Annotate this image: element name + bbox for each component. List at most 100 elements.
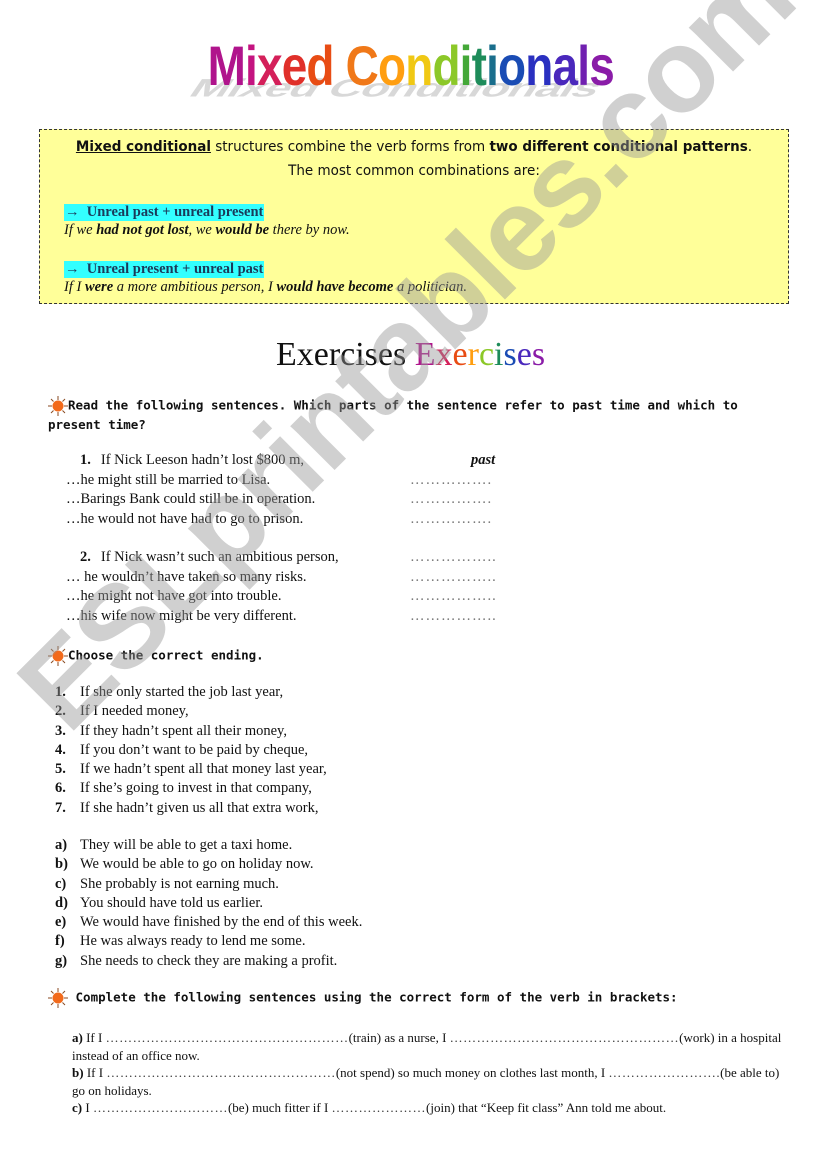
title-letter: s: [531, 336, 546, 373]
answer-field[interactable]: ……………..: [410, 607, 497, 627]
blank-field[interactable]: …………………: [332, 1100, 427, 1115]
title-letter: i: [244, 34, 258, 97]
exercise-2-instruction: Choose the correct ending.: [48, 646, 264, 666]
sentence-text: (join) that “Keep fit class” Ann told me…: [426, 1100, 667, 1115]
instruction-text: Complete the following sentences using t…: [75, 989, 678, 1005]
answer-field[interactable]: …………….: [410, 471, 492, 491]
blank-field[interactable]: ……………………………………………: [106, 1065, 336, 1080]
intro-line-1: Mixed conditional structures combine the…: [66, 139, 762, 155]
group-head: 2. If Nick wasn’t such an ambitious perso…: [66, 548, 496, 568]
list-item: d) You should have told us earlier.: [55, 894, 362, 913]
item-text: If they hadn’t spent all their money,: [80, 722, 287, 739]
title-letter: [333, 34, 345, 97]
answer-field[interactable]: ……………..: [410, 587, 497, 607]
item-text: She probably is not earning much.: [80, 875, 279, 892]
intro-text: structures combine the verb forms from: [210, 139, 490, 155]
exercise-1-instruction: Read the following sentences. Which part…: [48, 396, 790, 434]
item-number: b): [55, 856, 68, 873]
blank-field[interactable]: …………………….: [608, 1065, 720, 1080]
intro-end: .: [747, 139, 753, 155]
title-letter: n: [525, 34, 553, 97]
item-number: 1.: [55, 684, 66, 700]
sentence-text: (train) as a nurse, I: [348, 1030, 450, 1045]
answer-field[interactable]: ……………..: [410, 548, 497, 568]
title-letter: i: [459, 34, 472, 97]
watermark: ESLprintables.com: [0, 0, 819, 755]
blank-field[interactable]: …………………………: [93, 1100, 228, 1115]
sentence-text: (be) much fitter if I: [227, 1100, 332, 1115]
answer-field[interactable]: past: [471, 451, 495, 471]
sentence-text: (not spend) so much money on clothes las…: [335, 1065, 609, 1080]
combo-heading-text: Unreal present + unreal past: [86, 261, 264, 277]
completion-sentences: a) If I ………………………………………………(train) as a n…: [72, 1029, 784, 1117]
list-item: 5. If we hadn’t spent all that money last…: [55, 760, 327, 779]
intro-box: Mixed conditional structures combine the…: [39, 129, 789, 304]
example-verb: had not got lost: [96, 222, 189, 238]
group-number: 1.: [80, 452, 91, 468]
title-letter: E: [414, 336, 436, 373]
item-text: We would be able to go on holiday now.: [80, 856, 314, 873]
item-number: f): [55, 933, 65, 950]
example-verb: were: [84, 279, 114, 295]
item-text: If I needed money,: [80, 703, 189, 720]
combo-2: → Unreal present + unreal past If I were…: [64, 261, 467, 296]
item-text: If we hadn’t spent all that money last y…: [80, 761, 327, 778]
title-letter: d: [432, 34, 460, 97]
exercises-title-shadow: Exercises: [275, 336, 407, 373]
title-letter: o: [497, 34, 526, 97]
item-text: If she only started the job last year,: [80, 684, 284, 700]
title-letter: e: [452, 336, 468, 373]
title-letter: a: [552, 34, 578, 97]
intro-term: Mixed conditional: [75, 139, 211, 155]
sentence-row: …he would not have had to go to prison. ……: [66, 510, 491, 530]
item-label: a): [72, 1030, 83, 1045]
endings-list: a) They will be able to get a taxi home. b…: [55, 836, 362, 971]
item-label: b): [72, 1065, 84, 1080]
sentence-text: …he would not have had to go to prison.: [66, 510, 304, 527]
example-verb: would be: [215, 222, 270, 238]
sentence-text: …Barings Bank could still be in operatio…: [66, 491, 316, 507]
blank-field[interactable]: ………………………………………………: [106, 1030, 349, 1045]
exercises-title: Exercises Exercises: [0, 336, 821, 374]
combo-heading-text: Unreal past + unreal present: [86, 204, 264, 220]
item-text: He was always ready to lend me some.: [80, 933, 306, 950]
blank-field[interactable]: ……………………………………………: [450, 1030, 680, 1045]
sentence-text: I: [82, 1100, 93, 1115]
list-item: c) She probably is not earning much.: [55, 875, 362, 894]
group-head-text: If Nick Leeson hadn’t lost $800 m,: [100, 452, 304, 468]
item-number: g): [55, 952, 68, 969]
answer-field[interactable]: …………….: [410, 490, 492, 510]
group-number: 2.: [80, 549, 91, 565]
title-letter: l: [576, 34, 590, 97]
item-number: e): [55, 914, 67, 931]
list-item: a) They will be able to get a taxi home.: [55, 836, 362, 855]
page-title: Mixed Conditionals Mixed Conditionals: [0, 38, 821, 102]
title-letter: t: [471, 34, 486, 97]
sentence-row: …Barings Bank could still be in operatio…: [66, 490, 491, 510]
answer-field[interactable]: …………….: [410, 510, 492, 530]
sentence-text: …he might not have got into trouble.: [66, 588, 282, 604]
answer-field[interactable]: ……………..: [410, 568, 497, 588]
item-number: d): [55, 894, 68, 911]
item-text: If she’s going to invest in that company…: [80, 780, 312, 797]
title-letter: d: [306, 34, 334, 97]
list-item: b) We would be able to go on holiday now.: [55, 855, 362, 874]
sentence-row: …he might not have got into trouble. ……………: [66, 587, 496, 607]
example-text: a more ambitious person, I: [113, 279, 277, 295]
item-text: You should have told us earlier.: [80, 894, 263, 911]
item-number: 5.: [55, 761, 66, 778]
sentence-text: …his wife now might be very different.: [66, 607, 297, 624]
combo-heading: → Unreal past + unreal present: [64, 204, 265, 221]
sun-icon: [48, 988, 68, 1008]
example-text: If I: [64, 279, 85, 295]
list-item: 7. If she hadn’t given us all that extra …: [55, 799, 327, 818]
sentence-row: … he wouldn’t have taken so many risks. ……: [66, 568, 496, 588]
title-letter: x: [256, 34, 283, 97]
item-number: c): [55, 875, 67, 892]
sun-icon: [48, 396, 68, 416]
list-item: 3. If they hadn’t spent all their money,: [55, 722, 327, 741]
group-head-text: If Nick wasn’t such an ambitious person,: [100, 549, 339, 565]
instruction-text: Read the following sentences. Which part…: [48, 397, 738, 433]
item-label: c): [72, 1100, 83, 1115]
title-letter: s: [503, 336, 517, 373]
